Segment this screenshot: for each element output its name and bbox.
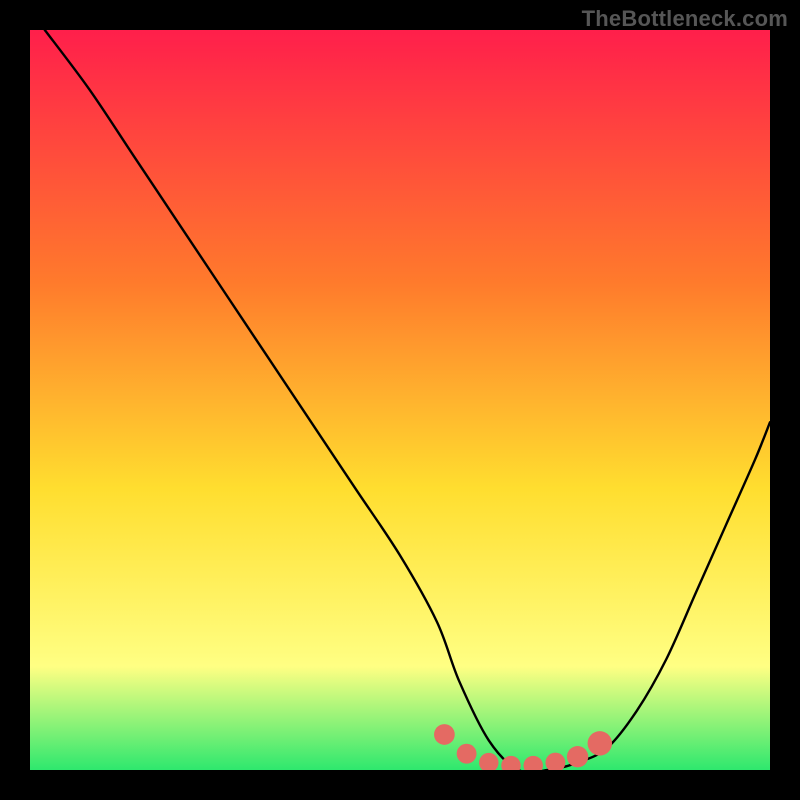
highlight-marker xyxy=(434,724,455,745)
highlight-marker xyxy=(567,746,588,767)
chart-frame: TheBottleneck.com xyxy=(0,0,800,800)
attribution-text: TheBottleneck.com xyxy=(582,6,788,32)
highlight-marker xyxy=(588,731,612,755)
highlight-marker xyxy=(457,744,477,764)
chart-svg xyxy=(30,30,770,770)
gradient-background xyxy=(30,30,770,770)
plot-area xyxy=(30,30,770,770)
